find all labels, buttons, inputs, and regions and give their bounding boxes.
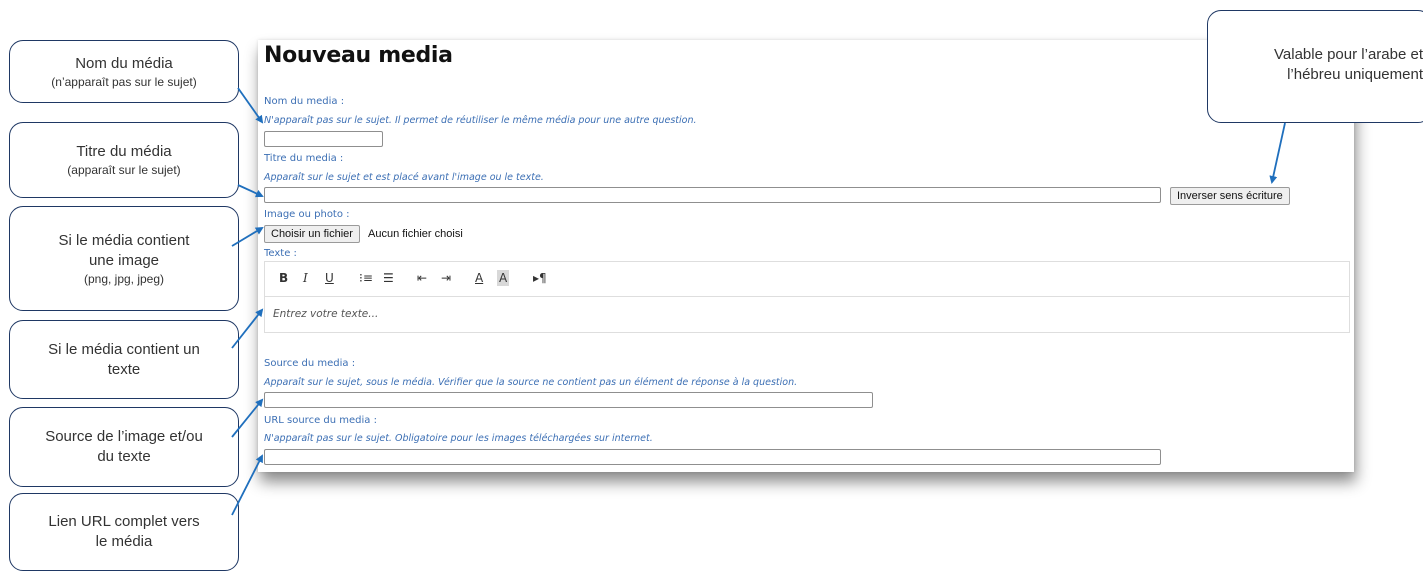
arrow-reverse xyxy=(1269,122,1286,184)
arrow-image xyxy=(231,226,264,247)
callout-arrows xyxy=(231,87,1286,516)
arrow-url xyxy=(231,454,263,516)
arrow-text xyxy=(231,308,264,349)
arrow-name xyxy=(237,87,264,124)
arrow-source xyxy=(231,398,264,438)
arrow-title xyxy=(237,184,264,198)
